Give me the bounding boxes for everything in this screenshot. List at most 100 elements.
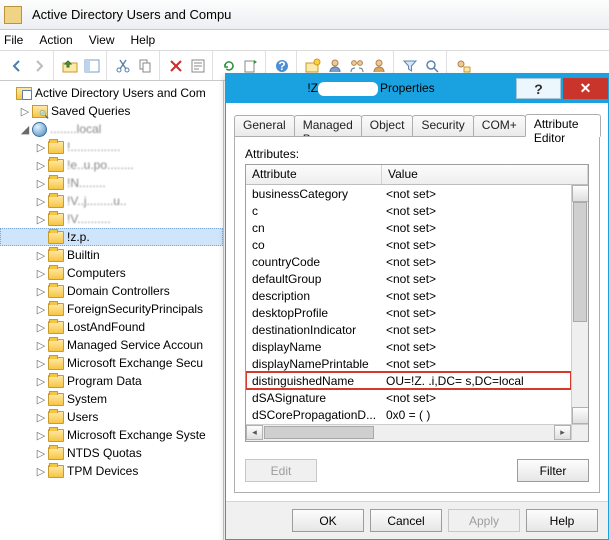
- tree-item-label: Saved Queries: [51, 104, 130, 118]
- tree-node-7[interactable]: ▷Computers: [0, 264, 223, 282]
- attribute-row[interactable]: co<not set>: [246, 236, 571, 253]
- copy-button[interactable]: [134, 55, 156, 77]
- help-button[interactable]: Help: [526, 509, 598, 532]
- dialog-titlebar[interactable]: !ZProperties ? ✕: [226, 74, 608, 103]
- expand-icon[interactable]: ▷: [34, 141, 48, 154]
- apply-button[interactable]: Apply: [448, 509, 520, 532]
- attribute-row[interactable]: distinguishedNameOU=!Z. .i,DC= s,DC=loca…: [246, 372, 571, 389]
- tree-item-label: !V..........: [67, 212, 111, 226]
- expand-icon[interactable]: ▷: [34, 375, 48, 388]
- attribute-row[interactable]: dSASignature<not set>: [246, 389, 571, 406]
- filter-attributes-button[interactable]: Filter: [517, 459, 589, 482]
- expand-icon[interactable]: ▷: [34, 429, 48, 442]
- folder-icon: [48, 465, 64, 478]
- tree-node-13[interactable]: ▷Program Data: [0, 372, 223, 390]
- console-tree[interactable]: Active Directory Users and Com ▷ Saved Que…: [0, 81, 224, 540]
- tree-saved-queries[interactable]: ▷ Saved Queries: [0, 102, 223, 120]
- tree-node-11[interactable]: ▷Managed Service Accoun: [0, 336, 223, 354]
- tree-node-8[interactable]: ▷Domain Controllers: [0, 282, 223, 300]
- attribute-row[interactable]: c<not set>: [246, 202, 571, 219]
- attribute-grid[interactable]: Attribute Value businessCategory<not set…: [245, 164, 589, 442]
- menu-action[interactable]: Action: [39, 33, 72, 47]
- expand-icon[interactable]: ▷: [34, 465, 48, 478]
- tab-general[interactable]: General: [234, 115, 295, 137]
- scroll-right-button[interactable]: ▸: [554, 425, 571, 440]
- expand-icon[interactable]: ▷: [34, 177, 48, 190]
- vertical-scrollbar[interactable]: ▴ ▾: [571, 185, 588, 424]
- attribute-row[interactable]: businessCategory<not set>: [246, 185, 571, 202]
- tree-node-0[interactable]: ▷!...............: [0, 138, 223, 156]
- delete-button[interactable]: [165, 55, 187, 77]
- tree-node-16[interactable]: ▷Microsoft Exchange Syste: [0, 426, 223, 444]
- attribute-row[interactable]: description<not set>: [246, 287, 571, 304]
- attribute-row[interactable]: displayNamePrintable<not set>: [246, 355, 571, 372]
- expand-icon[interactable]: ▷: [34, 213, 48, 226]
- dialog-close-button[interactable]: ✕: [563, 78, 608, 99]
- attribute-row[interactable]: defaultGroup<not set>: [246, 270, 571, 287]
- expand-icon[interactable]: ▷: [34, 411, 48, 424]
- expand-icon[interactable]: ▷: [34, 195, 48, 208]
- tree-node-2[interactable]: ▷!N........: [0, 174, 223, 192]
- attribute-row[interactable]: destinationIndicator<not set>: [246, 321, 571, 338]
- tab-attribute-editor[interactable]: Attribute Editor: [525, 114, 601, 137]
- tree-node-3[interactable]: ▷!V..j........u..: [0, 192, 223, 210]
- horizontal-scrollbar[interactable]: ◂ ▸: [246, 424, 588, 441]
- tab-security[interactable]: Security: [412, 115, 473, 137]
- hscroll-thumb[interactable]: [264, 426, 374, 439]
- expand-icon[interactable]: ▷: [34, 249, 48, 262]
- expand-icon[interactable]: ▷: [34, 447, 48, 460]
- attribute-row[interactable]: cn<not set>: [246, 219, 571, 236]
- cut-button[interactable]: [112, 55, 134, 77]
- tree-node-9[interactable]: ▷ForeignSecurityPrincipals: [0, 300, 223, 318]
- tree-node-5[interactable]: !z.p.: [0, 228, 223, 246]
- back-button[interactable]: [6, 55, 28, 77]
- expand-icon[interactable]: ▷: [34, 357, 48, 370]
- attribute-row[interactable]: displayName<not set>: [246, 338, 571, 355]
- ok-button[interactable]: OK: [292, 509, 364, 532]
- properties-dialog: !ZProperties ? ✕ GeneralManaged ByObject…: [225, 73, 609, 540]
- tab-object[interactable]: Object: [361, 115, 414, 137]
- tab-managed-by[interactable]: Managed By: [294, 115, 362, 137]
- expand-icon[interactable]: ▷: [34, 393, 48, 406]
- tree-node-10[interactable]: ▷LostAndFound: [0, 318, 223, 336]
- attribute-row[interactable]: countryCode<not set>: [246, 253, 571, 270]
- attribute-row[interactable]: desktopProfile<not set>: [246, 304, 571, 321]
- expand-icon[interactable]: ▷: [34, 339, 48, 352]
- menu-help[interactable]: Help: [131, 33, 156, 47]
- menu-file[interactable]: File: [4, 33, 23, 47]
- col-value[interactable]: Value: [382, 165, 588, 184]
- tree-domain[interactable]: ◢........local: [0, 120, 223, 138]
- dialog-help-button[interactable]: ?: [516, 78, 561, 99]
- tree-node-18[interactable]: ▷TPM Devices: [0, 462, 223, 480]
- tree-node-12[interactable]: ▷Microsoft Exchange Secu: [0, 354, 223, 372]
- forward-button[interactable]: [28, 55, 50, 77]
- tree-node-6[interactable]: ▷Builtin: [0, 246, 223, 264]
- expand-icon[interactable]: ▷: [18, 105, 32, 118]
- scroll-up-button[interactable]: ▴: [572, 185, 588, 202]
- expand-icon[interactable]: ▷: [34, 303, 48, 316]
- col-attribute[interactable]: Attribute: [246, 165, 382, 184]
- tree-node-15[interactable]: ▷Users: [0, 408, 223, 426]
- up-button[interactable]: [59, 55, 81, 77]
- cancel-button[interactable]: Cancel: [370, 509, 442, 532]
- scroll-thumb[interactable]: [573, 202, 587, 322]
- scroll-down-button[interactable]: ▾: [572, 407, 588, 424]
- expand-icon[interactable]: ▷: [34, 267, 48, 280]
- attr-name: dSCorePropagationD...: [246, 408, 380, 422]
- tab-com+[interactable]: COM+: [473, 115, 526, 137]
- tree-node-4[interactable]: ▷ !V..........: [0, 210, 223, 228]
- tree-node-1[interactable]: ▷!e..u.po........: [0, 156, 223, 174]
- expand-icon[interactable]: ◢: [18, 123, 32, 136]
- show-hide-tree-button[interactable]: [81, 55, 103, 77]
- properties-button[interactable]: [187, 55, 209, 77]
- expand-icon[interactable]: ▷: [34, 321, 48, 334]
- menu-view[interactable]: View: [89, 33, 115, 47]
- tree-root[interactable]: Active Directory Users and Com: [0, 84, 223, 102]
- attribute-row[interactable]: dSCorePropagationD...0x0 = ( ): [246, 406, 571, 423]
- expand-icon[interactable]: ▷: [34, 285, 48, 298]
- expand-icon[interactable]: ▷: [34, 159, 48, 172]
- edit-button[interactable]: Edit: [245, 459, 317, 482]
- tree-node-17[interactable]: ▷NTDS Quotas: [0, 444, 223, 462]
- scroll-left-button[interactable]: ◂: [246, 425, 263, 440]
- tree-node-14[interactable]: ▷System: [0, 390, 223, 408]
